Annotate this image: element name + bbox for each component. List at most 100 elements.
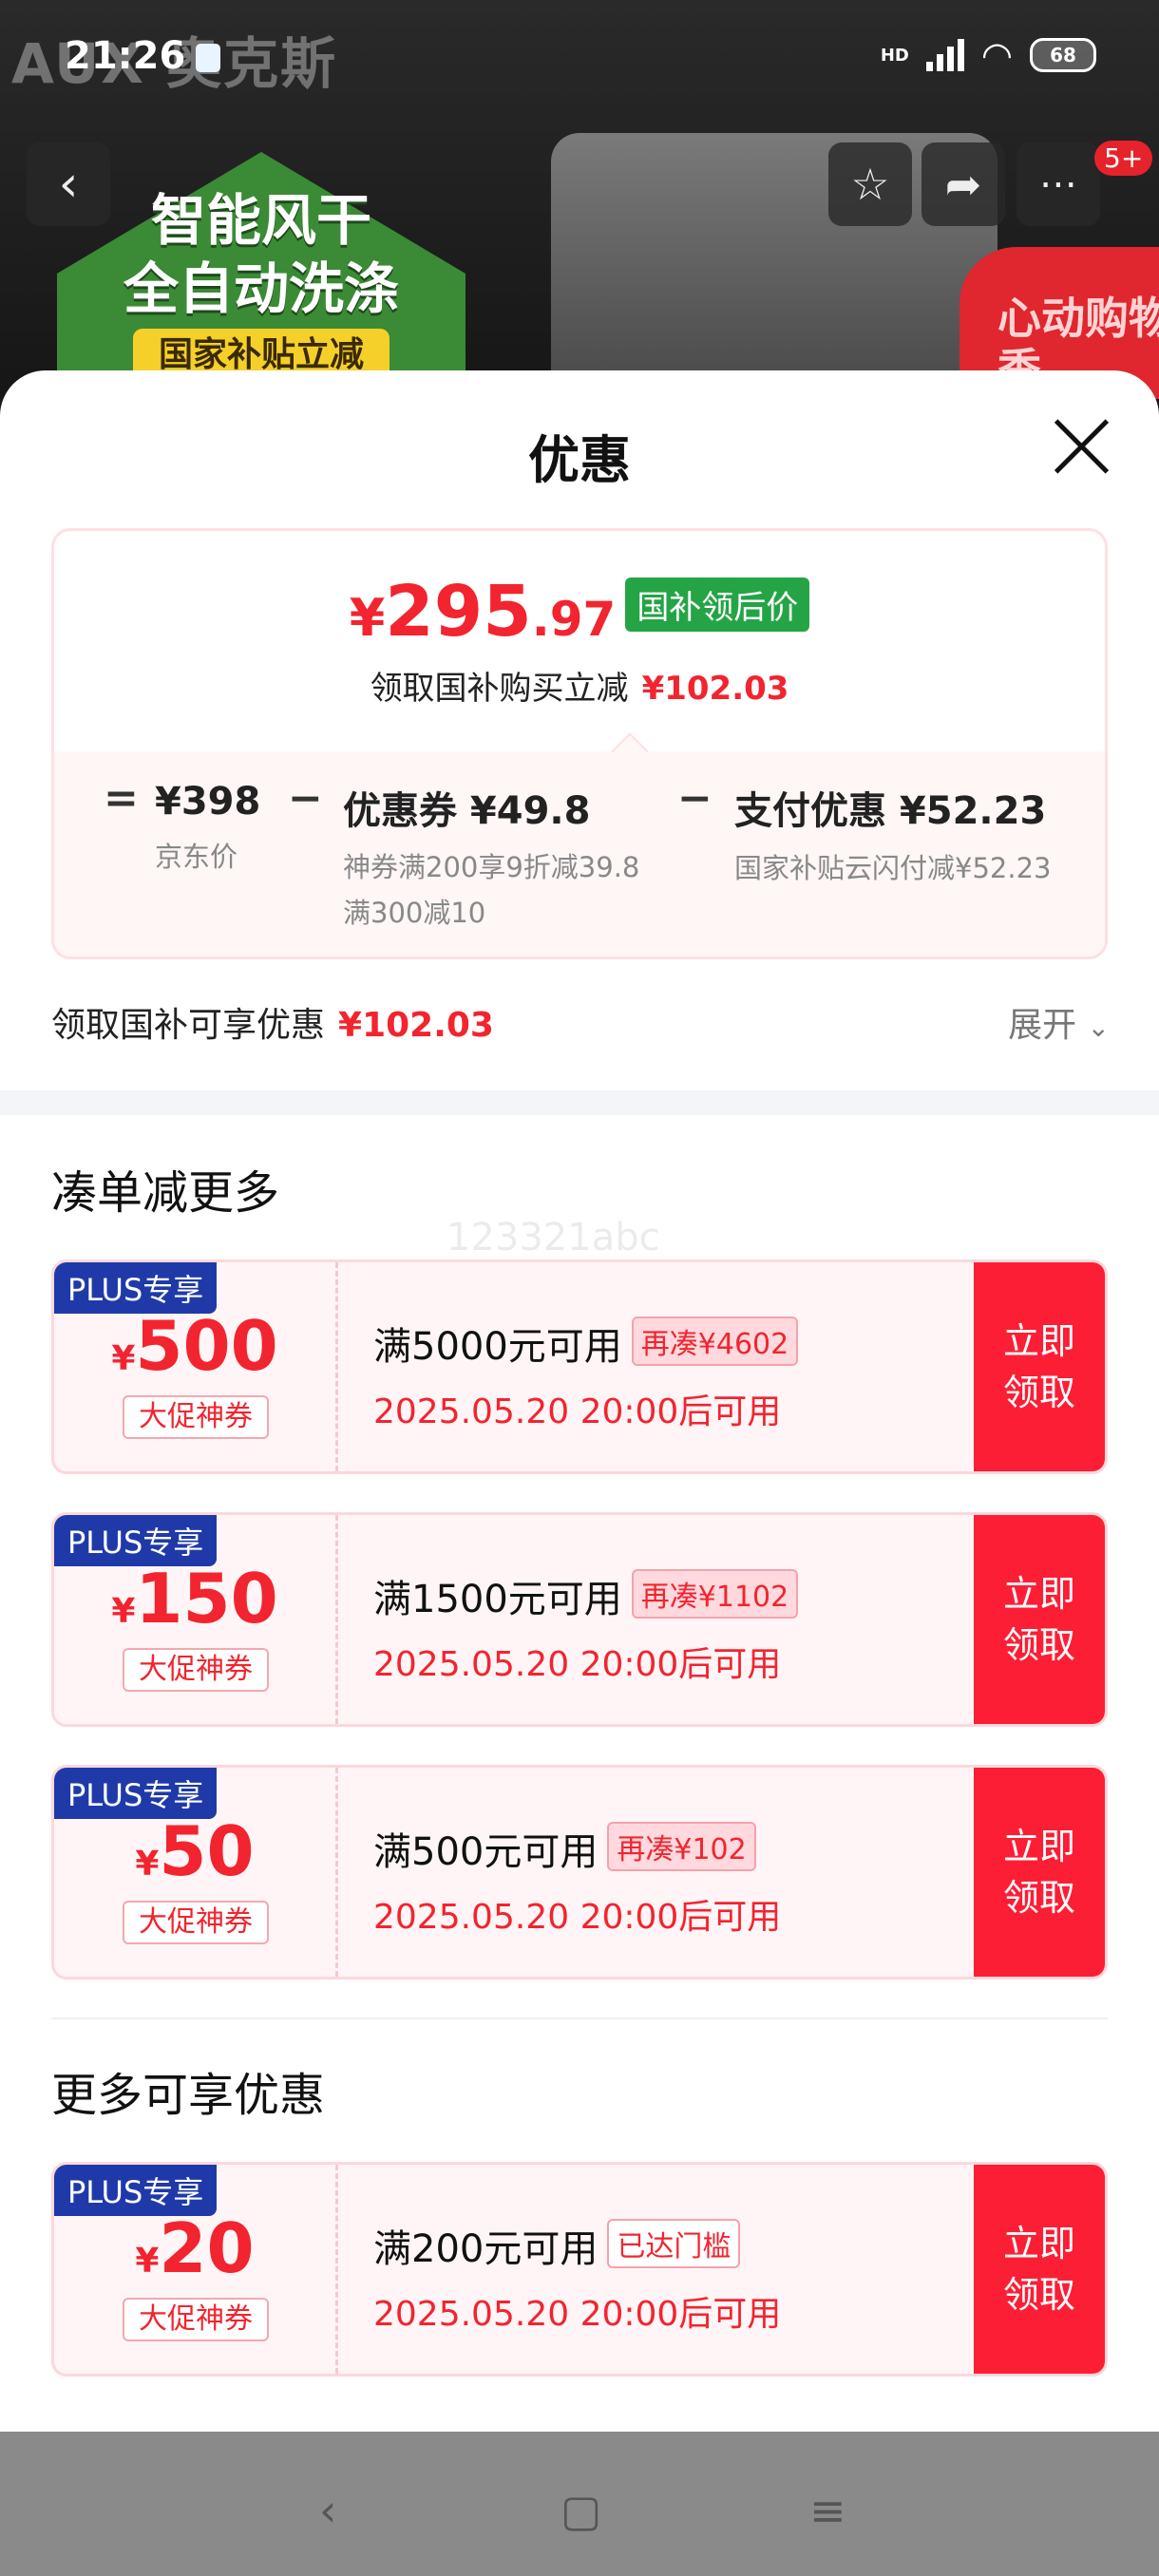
claim-button[interactable]: 立即领取 (974, 1262, 1105, 1471)
coupon-amount-value: 500 (135, 1306, 278, 1386)
coupon-details: 满5000元可用 再凑¥4602 2025.05.20 20:00后可用 (373, 1316, 799, 1433)
status-time: 21:26 (65, 34, 186, 78)
coupon-value-panel: PLUS专享 ¥500 大促神券 (54, 1262, 338, 1471)
final-price: ¥295.97 国补领后价 (54, 571, 1105, 653)
battery-icon: 68 (1030, 38, 1096, 72)
coupon-card: PLUS专享 ¥500 大促神券 满5000元可用 再凑¥4602 2025.05… (51, 1260, 1108, 1474)
price-summary-card: ¥295.97 国补领后价 领取国补购买立减 ¥102.03 = ¥398 京东价 … (51, 528, 1108, 959)
breakdown-label: 神券满200享9折减39.8 满300减10 (343, 844, 639, 936)
expand-button[interactable]: 展开 ⌄ (1008, 997, 1110, 1047)
claim-button[interactable]: 立即领取 (974, 1768, 1105, 1977)
notification-icon (196, 44, 220, 72)
saving-label: 领取国补可享优惠 (51, 1006, 326, 1045)
watermark: 123321abc (446, 1216, 660, 1260)
breakdown-value: ¥398 (155, 780, 261, 824)
price-breakdown: = ¥398 京东价 − 优惠券 ¥49.8 神券满200享9折减39.8 满3… (54, 732, 1105, 957)
coupon-condition: 满200元可用 (373, 2227, 598, 2271)
network-label: HD (880, 45, 909, 66)
price-currency: ¥ (349, 588, 386, 648)
expand-label: 展开 (1008, 1006, 1077, 1045)
coupon-amount: ¥150 (54, 1559, 335, 1638)
breakdown-label-line-2: 满300减10 (343, 897, 486, 929)
breakdown-label-line-1: 神券满200享9折减39.8 (343, 851, 640, 883)
coupon-amount-value: 50 (159, 1811, 255, 1891)
claim-label: 立即领取 (1002, 2223, 1075, 2316)
breakdown-notch (611, 732, 649, 770)
coupon-type-tag: 大促神券 (123, 2298, 269, 2341)
claim-label: 立即领取 (1002, 1320, 1075, 1413)
section-divider (51, 2017, 1108, 2019)
price-decimal: .97 (531, 592, 617, 647)
close-icon[interactable] (1051, 416, 1112, 477)
coupon-card: PLUS专享 ¥150 大促神券 满1500元可用 再凑¥1102 2025.05… (51, 1512, 1108, 1727)
breakdown-operator: − (288, 774, 323, 823)
coupon-card: PLUS专享 ¥50 大促神券 满500元可用 再凑¥102 2025.05.20… (51, 1765, 1108, 1979)
coupon-amount: ¥50 (54, 1811, 335, 1891)
signal-icon (925, 39, 964, 71)
reduction-value: ¥102.03 (641, 670, 789, 708)
coupon-currency: ¥ (135, 2242, 160, 2281)
coupon-value-panel: PLUS专享 ¥150 大促神券 (54, 1515, 338, 1724)
message-count-badge: 5+ (1094, 141, 1153, 176)
coupon-value-panel: PLUS专享 ¥20 大促神券 (54, 2165, 338, 2374)
system-nav-bar: ‹ ▢ ≡ (0, 2432, 1159, 2576)
coupon-gap-chip: 再凑¥102 (607, 1822, 756, 1871)
coupon-type-tag: 大促神券 (123, 1395, 269, 1439)
breakdown-operator: − (677, 774, 712, 823)
nav-home-icon[interactable]: ▢ (560, 2485, 601, 2536)
coupon-details: 满500元可用 再凑¥102 2025.05.20 20:00后可用 (373, 1821, 781, 1939)
coupon-card: PLUS专享 ¥20 大促神券 满200元可用 已达门槛 2025.05.20 2… (51, 2162, 1108, 2377)
coupon-details: 满200元可用 已达门槛 2025.05.20 20:00后可用 (373, 2218, 781, 2336)
breakdown-label: 国家补贴云闪付减¥52.23 (734, 852, 1052, 884)
coupon-condition: 满500元可用 (373, 1830, 598, 1874)
claim-button[interactable]: 立即领取 (974, 2165, 1105, 2374)
breakdown-payment: − 支付优惠 ¥52.23 国家补贴云闪付减¥52.23 (677, 774, 1052, 892)
price-tag-badge: 国补领后价 (625, 578, 810, 632)
coupon-condition: 满5000元可用 (373, 1325, 622, 1369)
nav-menu-icon[interactable]: ≡ (809, 2485, 846, 2536)
back-icon[interactable]: ‹ (27, 142, 110, 226)
price-reduction: 领取国补购买立减 ¥102.03 (54, 662, 1105, 709)
share-icon[interactable]: ➦ (922, 142, 1005, 226)
coupon-amount-value: 20 (159, 2208, 255, 2288)
claim-button[interactable]: 立即领取 (974, 1515, 1105, 1724)
coupon-condition: 满1500元可用 (373, 1578, 622, 1621)
coupon-valid-date: 2025.05.20 20:00后可用 (373, 1392, 782, 1431)
claim-label: 立即领取 (1002, 1573, 1075, 1666)
coupon-gap-chip: 再凑¥1102 (631, 1569, 799, 1619)
promo-headline: 智能风干 全自动洗涤 国家补贴立减 (95, 186, 428, 382)
more-icon[interactable]: ⋯ (1016, 142, 1100, 226)
section-separator (0, 1090, 1159, 1115)
discount-sheet: 优惠 ¥295.97 国补领后价 领取国补购买立减 ¥102.03 = ¥398 京… (0, 370, 1159, 2432)
coupon-type-tag: 大促神券 (123, 1648, 269, 1692)
price-integer: 295 (385, 571, 532, 653)
saving-value: ¥102.03 (338, 1006, 494, 1045)
breakdown-list-price: = ¥398 京东价 (104, 774, 261, 881)
coupon-valid-date: 2025.05.20 20:00后可用 (373, 1898, 782, 1937)
star-icon[interactable]: ☆ (828, 142, 912, 226)
coupon-threshold-chip: 已达门槛 (607, 2219, 741, 2268)
headline-line-1: 智能风干 (150, 188, 371, 253)
coupon-gap-chip: 再凑¥4602 (631, 1316, 799, 1366)
breakdown-operator: = (104, 774, 139, 823)
section-title-more-savings: 凑单减更多 (51, 1166, 280, 1220)
breakdown-label: 京东价 (155, 841, 238, 873)
headline-line-2: 全自动洗涤 (123, 256, 399, 321)
breakdown-value: 优惠券 ¥49.8 (343, 789, 591, 833)
coupon-details: 满1500元可用 再凑¥1102 2025.05.20 20:00后可用 (373, 1568, 799, 1686)
nav-back-icon[interactable]: ‹ (319, 2485, 336, 2536)
coupon-value-panel: PLUS专享 ¥50 大促神券 (54, 1768, 338, 1977)
breakdown-coupon: − 优惠券 ¥49.8 神券满200享9折减39.8 满300减10 (288, 774, 639, 936)
chevron-down-icon: ⌄ (1087, 1012, 1110, 1043)
wifi-icon: ◠ (980, 34, 1013, 76)
coupon-currency: ¥ (135, 1845, 160, 1884)
coupon-valid-date: 2025.05.20 20:00后可用 (373, 2295, 782, 2334)
coupon-amount: ¥20 (54, 2208, 335, 2288)
claim-label: 立即领取 (1002, 1826, 1075, 1919)
status-icons: HD ◠ 68 (881, 34, 1096, 76)
coupon-currency: ¥ (111, 1592, 136, 1631)
coupon-type-tag: 大促神券 (123, 1901, 269, 1944)
coupon-currency: ¥ (111, 1339, 136, 1378)
subsidy-saving-row: 领取国补可享优惠 ¥102.03 (51, 997, 494, 1047)
coupon-amount: ¥500 (54, 1306, 335, 1386)
